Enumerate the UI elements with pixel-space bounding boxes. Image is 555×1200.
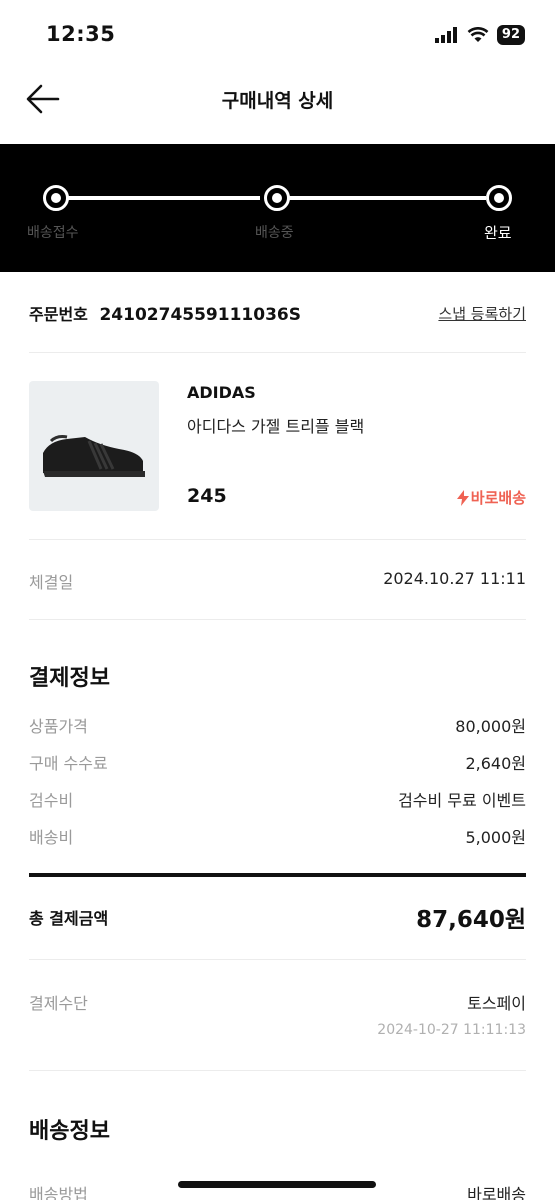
order-number: 2410274559111036S bbox=[99, 305, 301, 325]
total-row: 총 결제금액 87,640원 bbox=[29, 900, 526, 934]
progress-step-label: 배송중 bbox=[255, 225, 294, 241]
payment-item-value: 80,000원 bbox=[455, 717, 526, 736]
progress-step-label: 완료 bbox=[484, 224, 512, 242]
total-value: 87,640원 bbox=[416, 907, 526, 933]
wifi-icon bbox=[467, 27, 489, 42]
header: 구매내역 상세 bbox=[0, 70, 555, 128]
progress-step-dot bbox=[43, 185, 69, 211]
product-name: 아디다스 가젤 트리플 블랙 bbox=[187, 417, 365, 436]
lightning-icon bbox=[456, 489, 469, 506]
shipping-section-title: 배송정보 bbox=[29, 1119, 110, 1144]
payment-section-title: 결제정보 bbox=[29, 666, 110, 691]
payment-item-row: 검수비 검수비 무료 이벤트 bbox=[29, 787, 526, 811]
payment-item-row: 구매 수수료 2,640원 bbox=[29, 750, 526, 774]
divider bbox=[29, 539, 526, 540]
page-title: 구매내역 상세 bbox=[221, 90, 334, 112]
progress-line bbox=[288, 196, 486, 200]
home-indicator bbox=[178, 1181, 376, 1188]
payment-method-value: 토스페이 bbox=[467, 994, 526, 1013]
signal-icon bbox=[434, 27, 457, 43]
order-number-label: 주문번호 bbox=[29, 305, 88, 324]
order-number-row: 주문번호 2410274559111036S 스냅 등록하기 bbox=[29, 290, 526, 336]
contract-date-row: 체결일 2024.10.27 11:11 bbox=[29, 569, 526, 593]
progress-line bbox=[66, 196, 260, 200]
divider bbox=[29, 619, 526, 620]
shipping-method-value: 바로배송 bbox=[467, 1185, 526, 1200]
product-size: 245 bbox=[187, 485, 227, 507]
payment-item-value: 검수비 무료 이벤트 bbox=[398, 791, 526, 810]
snap-register-link[interactable]: 스냅 등록하기 bbox=[438, 303, 526, 324]
product-brand: ADIDAS bbox=[187, 383, 256, 402]
payment-method-row: 결제수단 토스페이 bbox=[29, 990, 526, 1014]
fast-delivery-label: 바로배송 bbox=[470, 489, 526, 507]
divider bbox=[29, 352, 526, 353]
shipping-method-label: 배송방법 bbox=[29, 1185, 88, 1200]
progress-step-dot bbox=[486, 185, 512, 211]
status-bar: 12:35 92 bbox=[0, 0, 555, 70]
progress-step-label: 배송접수 bbox=[27, 225, 79, 241]
total-divider bbox=[29, 873, 526, 877]
contract-date-label: 체결일 bbox=[29, 573, 74, 592]
payment-item-row: 상품가격 80,000원 bbox=[29, 713, 526, 737]
contract-date-value: 2024.10.27 11:11 bbox=[383, 569, 526, 588]
payment-item-label: 상품가격 bbox=[29, 717, 88, 736]
payment-item-value: 2,640원 bbox=[465, 754, 526, 773]
payment-item-label: 검수비 bbox=[29, 791, 74, 810]
product-image bbox=[29, 381, 159, 511]
status-icons: 92 bbox=[434, 24, 525, 46]
payment-method-label: 결제수단 bbox=[29, 994, 88, 1013]
divider bbox=[29, 959, 526, 960]
progress-step-dot bbox=[264, 185, 290, 211]
payment-item-label: 구매 수수료 bbox=[29, 754, 108, 773]
delivery-progress: 배송접수 배송중 완료 bbox=[0, 144, 555, 272]
payment-time: 2024-10-27 11:11:13 bbox=[377, 1022, 526, 1038]
status-time: 12:35 bbox=[46, 22, 116, 46]
fast-delivery-badge: 바로배송 bbox=[456, 487, 526, 508]
payment-item-label: 배송비 bbox=[29, 828, 74, 847]
payment-item-value: 5,000원 bbox=[465, 828, 526, 847]
battery-icon: 92 bbox=[496, 25, 525, 45]
total-label: 총 결제금액 bbox=[29, 909, 109, 928]
product-card[interactable]: ADIDAS 아디다스 가젤 트리플 블랙 245 바로배송 bbox=[29, 381, 526, 511]
payment-item-row: 배송비 5,000원 bbox=[29, 824, 526, 848]
divider bbox=[29, 1070, 526, 1071]
